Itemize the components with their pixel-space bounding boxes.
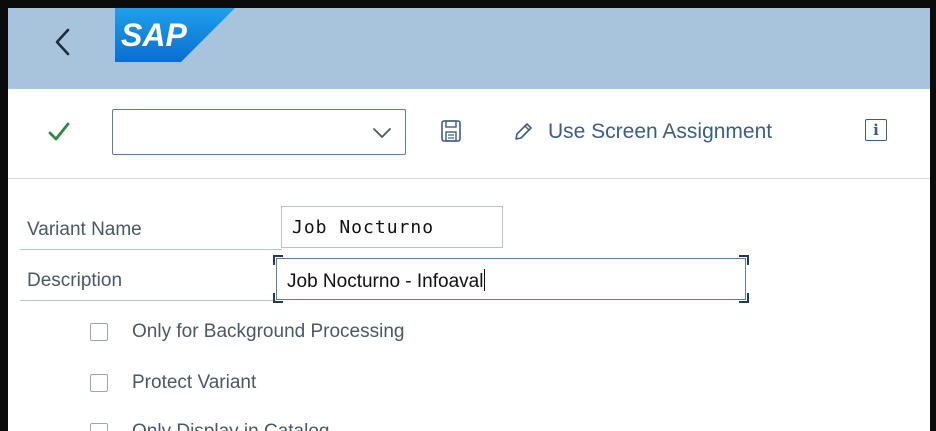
window-border-right — [930, 0, 936, 431]
variant-select[interactable] — [112, 109, 406, 155]
info-button[interactable]: i — [865, 119, 887, 141]
protect-variant-label: Protect Variant — [132, 372, 257, 393]
description-input[interactable]: Job Nocturno - Infoaval — [273, 255, 749, 303]
execute-button[interactable] — [46, 119, 72, 145]
focus-corner — [273, 255, 283, 265]
protect-variant-checkbox[interactable] — [90, 374, 108, 392]
checkbox-row-catalog: Only Display in Catalog — [90, 421, 329, 431]
only-display-catalog-checkbox[interactable] — [90, 423, 108, 431]
use-screen-assignment-button[interactable]: Use Screen Assignment — [512, 113, 772, 151]
only-display-catalog-label: Only Display in Catalog — [132, 421, 329, 431]
description-underline — [20, 300, 276, 301]
use-screen-assignment-label: Use Screen Assignment — [548, 120, 773, 143]
only-background-label: Only for Background Processing — [132, 321, 405, 342]
focus-corner — [739, 293, 749, 303]
checkbox-row-background: Only for Background Processing — [90, 321, 404, 343]
svg-text:SAP: SAP — [121, 17, 187, 53]
window-border-top — [0, 0, 936, 8]
sap-logo: SAP — [115, 8, 235, 62]
save-button[interactable] — [440, 119, 462, 143]
sap-window: SAP Use Screen Assignment i Variant Name… — [0, 0, 936, 431]
only-background-checkbox[interactable] — [90, 323, 108, 341]
checkbox-row-protect: Protect Variant — [90, 372, 256, 394]
description-value: Job Nocturno - Infoaval — [287, 269, 486, 292]
variant-name-label: Variant Name — [27, 219, 142, 240]
toolbar: Use Screen Assignment i — [8, 89, 930, 179]
focus-corner — [273, 293, 283, 303]
window-border-left — [0, 0, 8, 431]
back-button[interactable] — [48, 24, 78, 60]
checkmark-icon — [48, 122, 70, 141]
info-icon: i — [873, 121, 879, 139]
variant-name-input[interactable]: Job Nocturno — [281, 206, 503, 248]
save-icon — [441, 120, 461, 142]
variant-name-underline — [20, 249, 282, 250]
pencil-icon — [515, 123, 532, 140]
description-label: Description — [27, 270, 123, 291]
variant-name-value: Job Nocturno — [292, 217, 435, 238]
chevron-down-icon[interactable] — [371, 124, 393, 142]
focus-corner — [739, 255, 749, 265]
text-caret — [484, 269, 486, 291]
shell-header: SAP — [8, 8, 930, 89]
chevron-left-icon — [55, 28, 70, 56]
